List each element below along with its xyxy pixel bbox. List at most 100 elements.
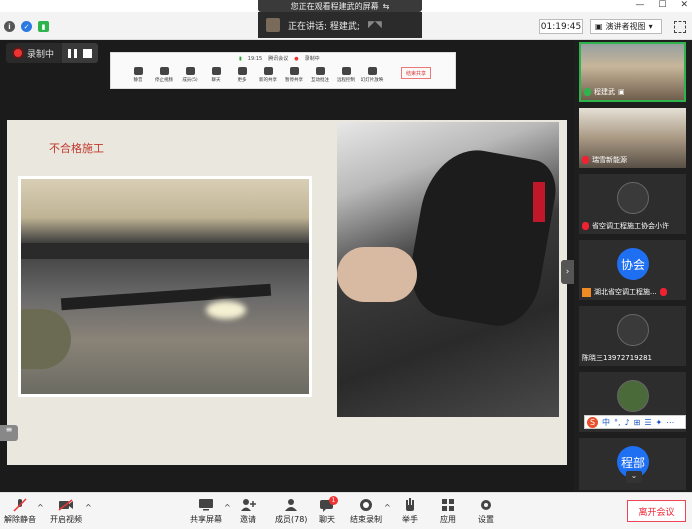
ime-item[interactable]: ✦ [656,418,663,427]
ime-item[interactable]: ⊞ [634,418,641,427]
share-notice: 您正在观看程建武的屏幕 ⇆ [258,0,422,12]
participant-name-row: 瑞雪新能源 [582,155,627,165]
ime-item[interactable]: 中 [602,417,610,428]
recording-label: 录制中 [27,49,55,60]
participant-name: 瑞雪新能源 [592,156,627,164]
photo-hand-right [337,247,417,302]
chevron-up-icon[interactable]: ^ [224,503,231,512]
participant-tile[interactable]: 协会 湖北省空调工程施... [579,240,686,300]
camera-off-icon [58,497,74,512]
participant-tile[interactable]: 省空调工程施工协会小许 [579,174,686,234]
screen-share-icon: ▣ [618,88,625,96]
participant-avatar [617,182,649,214]
end-record-button[interactable]: 结束录制 [350,497,382,525]
signal-icon: ▮ [239,55,242,62]
recording-controls [62,43,99,63]
shared-screen-area: 录制中 不合格施工 › ≡ [0,40,574,492]
speaking-indicator: 正在讲话: 程建武; ◤◥ [258,12,422,38]
mic-on-icon [584,88,591,96]
participant-avatar: 协会 [617,248,649,280]
slideshow-icon [367,67,377,75]
photo-light [206,301,246,319]
mic-icon [133,67,143,75]
ime-item[interactable]: ♪ [625,418,630,427]
pause-recording-icon[interactable] [68,48,78,58]
bottom-toolbar: 解除静音 ^ 开启视频 ^ 共享屏幕 ^ 邀请 成员(78) 1 聊天 结束录制… [0,492,692,529]
ime-logo-icon[interactable]: S [587,416,598,428]
scroll-down-button[interactable]: ⌄ [626,471,642,483]
participant-tile[interactable]: 瑞雪新能源 [579,108,686,168]
window-titlebar: 您正在观看程建武的屏幕 ⇆ — ☐ ✕ [0,0,692,12]
raise-hand-button[interactable]: 举手 [402,497,418,525]
share-screen-button[interactable]: 共享屏幕 [190,497,222,525]
leave-meeting-button[interactable]: 离开会议 [627,500,686,522]
ime-item[interactable]: ⋯ [666,418,674,427]
end-record-label: 结束录制 [350,515,382,524]
settings-button[interactable]: 设置 [478,497,494,525]
view-mode-label: 演讲者视图 [605,22,646,31]
shield-icon[interactable]: ✓ [21,21,32,32]
members-icon [283,497,299,512]
chevron-down-icon: ▾ [648,22,653,31]
meeting-status-icons: i ✓ ▮ [4,21,49,32]
fullscreen-icon[interactable] [674,21,686,33]
participant-avatar [617,380,649,412]
record-dot-icon: ● [294,55,299,62]
chat-button[interactable]: 1 聊天 [319,496,338,525]
signal-icon[interactable]: ▮ [38,21,49,32]
shared-tool-slideshow: 幻灯片放映 [359,67,385,83]
speaking-label: 正在讲话: 程建武; [288,21,360,32]
window-controls: — ☐ ✕ [635,0,688,10]
ime-toolbar[interactable]: S 中 °, ♪ ⊞ ☰ ✦ ⋯ [584,415,686,429]
shared-tool-remote: 远程控制 [333,67,359,83]
shared-tool-label: 远程控制 [337,78,355,83]
apps-label: 应用 [440,515,456,524]
stop-recording-icon[interactable] [83,48,93,58]
participant-name-row: 湖北省空调工程施... [582,287,667,297]
chat-icon [211,67,221,75]
chevron-up-icon[interactable]: ^ [37,503,44,512]
chevron-up-icon[interactable]: ^ [384,503,391,512]
record-icon [358,497,374,512]
mic-muted-icon [12,497,28,512]
photo-beam [21,243,309,259]
unmute-button[interactable]: 解除静音 [4,497,36,525]
participant-name: 湖北省空调工程施... [594,288,657,296]
participant-name: 省空调工程施工协会小许 [592,222,669,230]
side-expand-tab[interactable]: ≡ [0,425,18,441]
shared-app-name: 腾讯会议 [268,56,289,62]
shared-tool-label: 暂停共享 [285,78,303,83]
invite-icon [240,497,256,512]
share-icon [263,67,273,75]
chat-badge: 1 [329,496,338,505]
drag-handle-icon[interactable]: ◤◥ [368,20,382,30]
photo-red-tag [533,182,545,222]
invite-button[interactable]: 邀请 [240,497,256,525]
maximize-icon[interactable]: ☐ [658,0,666,10]
participant-tile[interactable]: 陈晓三13972719281 [579,306,686,366]
collapse-panel-button[interactable]: › [561,260,574,284]
members-button[interactable]: 成员(78) [275,497,307,525]
construction-photo-left [18,176,312,397]
exit-share-view-icon[interactable]: ⇆ [383,2,390,11]
members-icon [185,67,195,75]
shared-tool-label: 互动批注 [311,78,329,83]
close-icon[interactable]: ✕ [680,0,688,10]
start-video-button[interactable]: 开启视频 [50,497,82,525]
shared-tool-label: 更多 [237,78,247,83]
recording-status: 录制中 [6,47,62,60]
participant-name: 陈晓三13972719281 [582,354,652,362]
info-icon[interactable]: i [4,21,15,32]
gear-icon [478,497,494,512]
shared-tool-members: 成员(5) [177,67,203,83]
chevron-up-icon[interactable]: ^ [85,503,92,512]
speaker-avatar [266,18,280,32]
view-mode-button[interactable]: ▣ 演讲者视图 ▾ [590,19,662,34]
ime-item[interactable]: °, [614,418,621,427]
start-video-label: 开启视频 [50,515,82,524]
participant-tile[interactable]: 程建武 ▣ [579,42,686,102]
apps-button[interactable]: 应用 [440,497,456,525]
shared-tool-annotate: 互动批注 [307,67,333,83]
ime-item[interactable]: ☰ [644,418,651,427]
minimize-icon[interactable]: — [635,0,644,10]
